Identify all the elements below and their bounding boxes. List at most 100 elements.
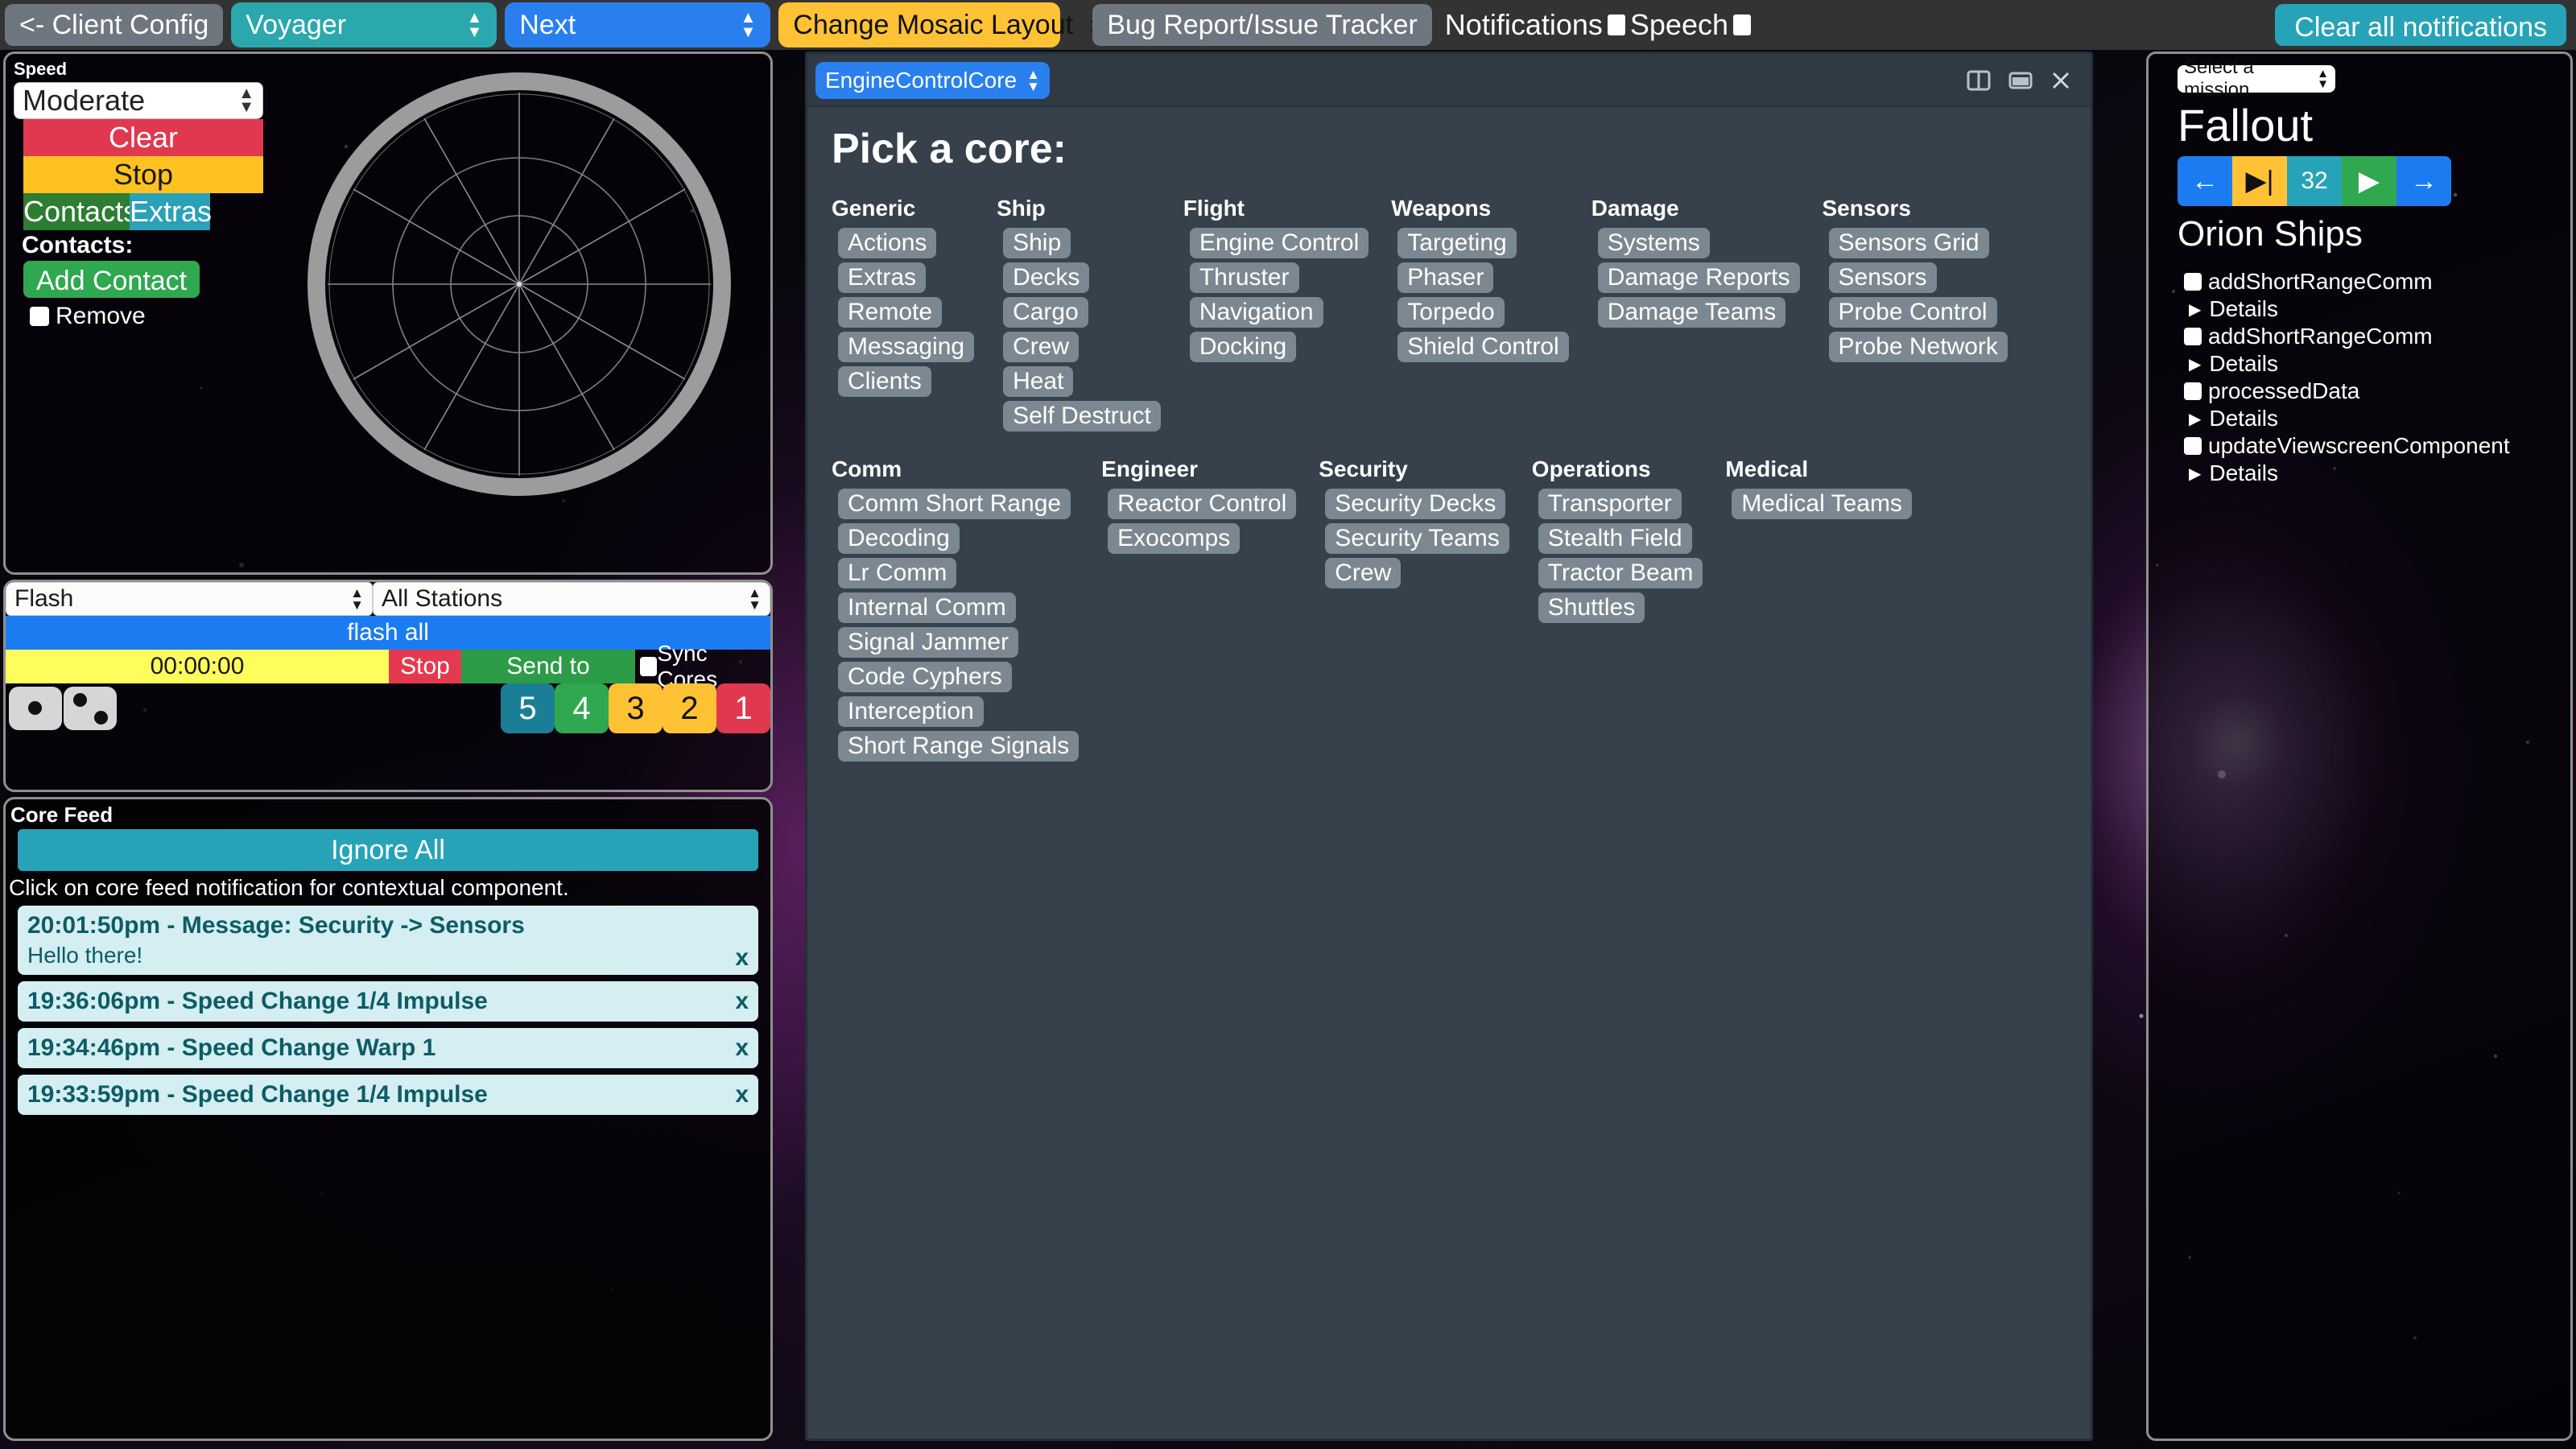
core-button[interactable]: Actions — [838, 228, 937, 258]
notifications-checkbox[interactable] — [1607, 14, 1625, 35]
play-button[interactable]: ▶ — [2342, 156, 2396, 206]
core-button[interactable]: Signal Jammer — [838, 627, 1019, 658]
mission-task-checkbox[interactable] — [2184, 328, 2202, 345]
remove-checkbox[interactable] — [30, 307, 49, 326]
core-button[interactable]: Exocomps — [1108, 523, 1241, 554]
flash-all-button[interactable]: flash all — [6, 616, 770, 650]
dismiss-icon[interactable]: x — [735, 988, 749, 1015]
core-button[interactable]: Crew — [1325, 558, 1402, 588]
core-button[interactable]: Comm Short Range — [838, 489, 1071, 519]
timer-stop-button[interactable]: Stop — [389, 650, 461, 683]
countdown-button-3[interactable]: 3 — [609, 683, 663, 733]
ignore-all-button[interactable]: Ignore All — [18, 829, 758, 871]
core-button[interactable]: Clients — [838, 366, 931, 397]
core-button[interactable]: Lr Comm — [838, 558, 957, 588]
countdown-button-5[interactable]: 5 — [501, 683, 555, 733]
tab-contacts[interactable]: Contacts — [23, 193, 138, 230]
core-feed-item[interactable]: 20:01:50pm - Message: Security -> Sensor… — [18, 906, 758, 975]
core-button[interactable]: Damage Reports — [1597, 262, 1800, 293]
mission-task-details-toggle[interactable]: ▶ Details — [2181, 351, 2570, 377]
core-button[interactable]: Decks — [1003, 262, 1090, 293]
client-config-button[interactable]: <- Client Config — [5, 4, 224, 46]
next-step-button[interactable]: → — [2396, 156, 2451, 206]
core-button[interactable]: Cargo — [1003, 297, 1088, 328]
mission-task-details-toggle[interactable]: ▶ Details — [2181, 406, 2570, 431]
mission-select[interactable]: Select a mission ▲ ▼ — [2178, 56, 2335, 101]
mission-task-checkbox[interactable] — [2184, 273, 2202, 291]
core-button[interactable]: Tractor Beam — [1538, 558, 1703, 588]
countdown-button-2[interactable]: 2 — [663, 683, 716, 733]
countdown-button-4[interactable]: 4 — [555, 683, 609, 733]
dismiss-icon[interactable]: x — [735, 944, 749, 972]
core-select[interactable]: EngineControlCore ▲ ▼ — [815, 61, 1050, 99]
countdown-button-1[interactable]: 1 — [716, 683, 770, 733]
core-button[interactable]: Targeting — [1397, 228, 1517, 258]
mission-task[interactable]: processedData — [2178, 378, 2570, 404]
core-button[interactable]: Heat — [1003, 366, 1074, 397]
tab-extras[interactable]: Extras — [130, 193, 212, 230]
stop-button[interactable]: Stop — [23, 156, 263, 193]
send-to-sensors-button[interactable]: Send to Sensors — [461, 650, 635, 713]
core-button[interactable]: Sensors — [1828, 262, 1937, 293]
close-icon[interactable] — [2050, 70, 2071, 91]
mission-task[interactable]: addShortRangeComm — [2178, 269, 2570, 295]
core-button[interactable]: Decoding — [838, 523, 960, 554]
core-button[interactable]: Messaging — [838, 332, 975, 362]
flash-type-select[interactable]: Flash ▲ ▼ — [6, 582, 373, 616]
mosaic-layout-select[interactable]: Change Mosaic Layout ▲▼ — [778, 2, 1102, 47]
ship-select[interactable]: Voyager ▲ ▼ — [231, 2, 497, 47]
core-button[interactable]: Medical Teams — [1732, 489, 1912, 519]
core-button[interactable]: Crew — [1003, 332, 1080, 362]
core-button[interactable]: Remote — [838, 297, 943, 328]
core-button[interactable]: Ship — [1003, 228, 1071, 258]
mission-task[interactable]: addShortRangeComm — [2178, 324, 2570, 349]
core-button[interactable]: Thruster — [1189, 262, 1299, 293]
core-button[interactable]: Interception — [838, 696, 984, 727]
core-button[interactable]: Docking — [1189, 332, 1297, 362]
die-one[interactable] — [9, 687, 62, 730]
stations-select[interactable]: All Stations ▲ ▼ — [373, 582, 770, 616]
next-select[interactable]: Next ▲ ▼ — [505, 2, 771, 47]
core-button[interactable]: Shield Control — [1397, 332, 1569, 362]
die-two[interactable] — [64, 687, 117, 730]
core-button[interactable]: Probe Network — [1828, 332, 2008, 362]
mission-task-details-toggle[interactable]: ▶ Details — [2181, 296, 2570, 322]
mission-task[interactable]: updateViewscreenComponent — [2178, 433, 2570, 459]
add-contact-button[interactable]: Add Contact — [23, 261, 200, 298]
dismiss-icon[interactable]: x — [735, 1081, 749, 1108]
core-button[interactable]: Phaser — [1397, 262, 1494, 293]
core-button[interactable]: Sensors Grid — [1828, 228, 1989, 258]
core-button[interactable]: Security Decks — [1325, 489, 1506, 519]
core-button[interactable]: Shuttles — [1538, 592, 1645, 623]
maximize-icon[interactable] — [2008, 70, 2033, 91]
core-button[interactable]: Probe Control — [1828, 297, 1997, 328]
core-button[interactable]: Stealth Field — [1538, 523, 1692, 554]
bug-report-button[interactable]: Bug Report/Issue Tracker — [1092, 4, 1432, 46]
core-button[interactable]: Engine Control — [1189, 228, 1369, 258]
prev-step-button[interactable]: ← — [2178, 156, 2232, 206]
core-button[interactable]: Reactor Control — [1108, 489, 1297, 519]
mission-task-details-toggle[interactable]: ▶ Details — [2181, 460, 2570, 486]
speech-checkbox[interactable] — [1733, 14, 1751, 35]
core-button[interactable]: Systems — [1597, 228, 1710, 258]
core-button[interactable]: Self Destruct — [1003, 401, 1161, 431]
core-feed-item[interactable]: 19:36:06pm - Speed Change 1/4 Impulse x — [18, 981, 758, 1022]
core-button[interactable]: Short Range Signals — [838, 731, 1080, 762]
core-feed-item[interactable]: 19:33:59pm - Speed Change 1/4 Impulse x — [18, 1075, 758, 1115]
core-button[interactable]: Damage Teams — [1597, 297, 1786, 328]
mission-task-checkbox[interactable] — [2184, 437, 2202, 455]
core-button[interactable]: Security Teams — [1325, 523, 1509, 554]
radar-scope[interactable] — [289, 57, 773, 572]
core-button[interactable]: Internal Comm — [838, 592, 1016, 623]
clear-button[interactable]: Clear — [23, 119, 263, 156]
split-view-icon[interactable] — [1967, 70, 1991, 91]
dismiss-icon[interactable]: x — [735, 1034, 749, 1062]
mission-task-checkbox[interactable] — [2184, 382, 2202, 400]
core-button[interactable]: Navigation — [1189, 297, 1323, 328]
core-button[interactable]: Code Cyphers — [838, 662, 1012, 692]
core-button[interactable]: Transporter — [1538, 489, 1682, 519]
sync-cores-checkbox[interactable] — [640, 657, 658, 676]
speed-select[interactable]: Moderate ▲ ▼ — [14, 82, 263, 119]
core-feed-item[interactable]: 19:34:46pm - Speed Change Warp 1 x — [18, 1028, 758, 1068]
clear-all-notifications-button[interactable]: Clear all notifications — [2275, 4, 2566, 46]
